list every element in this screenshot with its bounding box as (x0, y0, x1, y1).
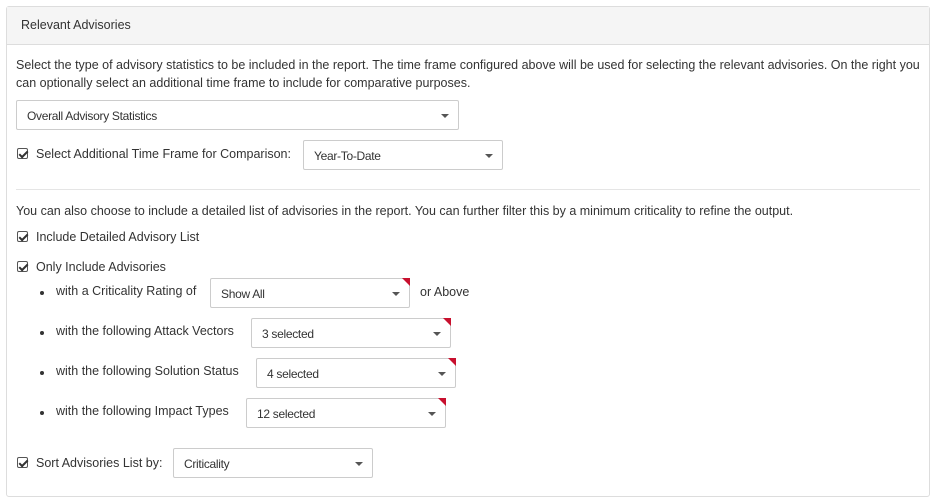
statistics-description: Select the type of advisory statistics t… (16, 58, 920, 90)
modified-flag-icon (402, 278, 410, 286)
list-bullet (40, 371, 44, 375)
criticality-suffix: or Above (420, 285, 470, 299)
chevron-down-icon (355, 462, 363, 466)
solution-status-value: 4 selected (267, 367, 319, 381)
list-bullet (40, 411, 44, 415)
only-include-checkbox[interactable] (17, 261, 28, 272)
modified-flag-icon (443, 318, 451, 326)
chevron-down-icon (485, 154, 493, 158)
include-list-label: Include Detailed Advisory List (36, 230, 200, 244)
criticality-value: Show All (221, 287, 265, 301)
sort-select[interactable]: Criticality (173, 448, 373, 478)
attack-vectors-select[interactable]: 3 selected (251, 318, 451, 348)
detailed-description: You can also choose to include a detaile… (16, 204, 794, 218)
comparison-label: Select Additional Time Frame for Compari… (36, 147, 291, 161)
impact-types-value: 12 selected (257, 407, 316, 421)
modified-flag-icon (448, 358, 456, 366)
attack-vectors-value: 3 selected (262, 327, 314, 341)
chevron-down-icon (433, 332, 441, 336)
list-bullet (40, 331, 44, 335)
solution-status-select[interactable]: 4 selected (256, 358, 456, 388)
sort-value: Criticality (184, 457, 230, 471)
chevron-down-icon (428, 412, 436, 416)
section-divider (16, 189, 920, 190)
relevant-advisories-panel: Relevant Advisories Select the type of a… (6, 6, 930, 497)
comparison-timeframe-value: Year-To-Date (314, 149, 381, 163)
impact-types-select[interactable]: 12 selected (246, 398, 446, 428)
sort-checkbox[interactable] (17, 457, 28, 468)
criticality-label: with a Criticality Rating of (56, 284, 197, 298)
chevron-down-icon (441, 114, 449, 118)
modified-flag-icon (438, 398, 446, 406)
panel-title: Relevant Advisories (7, 7, 929, 45)
list-bullet (40, 291, 44, 295)
comparison-checkbox[interactable] (17, 148, 28, 159)
impact-types-label: with the following Impact Types (56, 404, 229, 418)
comparison-timeframe-select[interactable]: Year-To-Date (303, 140, 503, 170)
criticality-select[interactable]: Show All (210, 278, 410, 308)
only-include-label: Only Include Advisories (36, 260, 166, 274)
include-list-checkbox[interactable] (17, 231, 28, 242)
statistics-type-value: Overall Advisory Statistics (27, 109, 157, 123)
attack-vectors-label: with the following Attack Vectors (56, 324, 234, 338)
statistics-type-select[interactable]: Overall Advisory Statistics (16, 100, 459, 130)
chevron-down-icon (438, 372, 446, 376)
solution-status-label: with the following Solution Status (56, 364, 239, 378)
chevron-down-icon (392, 292, 400, 296)
sort-label: Sort Advisories List by: (36, 456, 163, 470)
